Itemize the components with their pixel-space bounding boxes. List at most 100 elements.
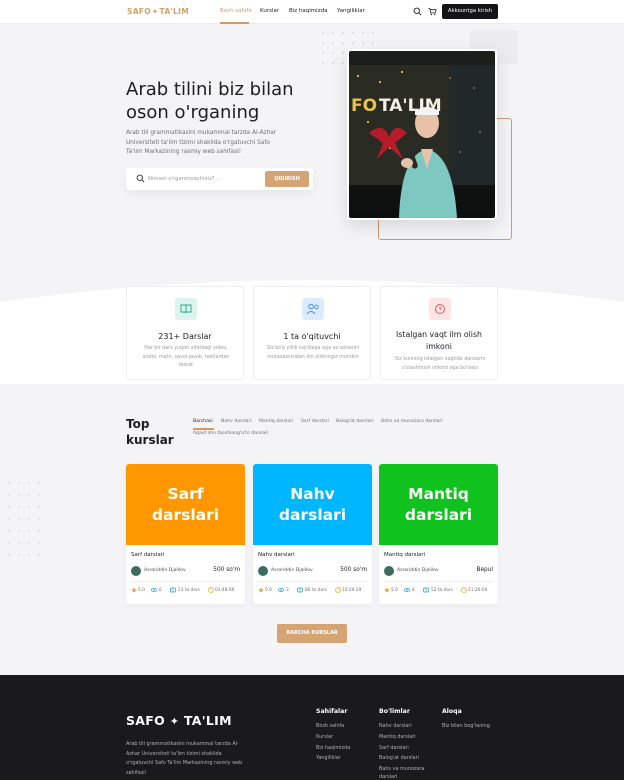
- lessons-icon: [423, 587, 429, 593]
- course-rating: 5.0: [265, 588, 272, 593]
- svg-text:FO: FO: [351, 96, 377, 116]
- course-thumbnail[interactable]: Sarf darslari: [126, 464, 245, 545]
- footer-col-title: Aloqa: [442, 708, 462, 715]
- feature-description: Siz kunning istalgan vaqtida darslarni o…: [394, 357, 486, 371]
- avatar: [131, 566, 141, 576]
- course-card[interactable]: Nahv darslari Nahv darslari Asroriddin Dj…: [253, 464, 372, 604]
- course-price: Bepul: [476, 567, 493, 573]
- course-rating: 5.0: [138, 588, 145, 593]
- footer-link[interactable]: Nahv darslari: [379, 723, 412, 729]
- star-icon: [258, 587, 264, 593]
- avatar: [384, 566, 394, 576]
- course-thumbnail-title: Mantiq darslari: [404, 485, 473, 524]
- course-lessons: 52 ta dars: [431, 588, 453, 593]
- search-icon: [136, 174, 145, 183]
- course-duration: 21:26:04: [468, 588, 488, 593]
- hero-title: Arab tilini biz bilan oson o'rganing: [126, 79, 294, 123]
- eye-icon: [404, 588, 410, 592]
- footer-link[interactable]: Yangiliklar: [316, 755, 341, 761]
- feature-description: Har bir dars yuqori sifatdagi video, aud…: [142, 346, 230, 368]
- course-name[interactable]: Sarf darslari: [131, 552, 164, 558]
- search-icon[interactable]: [413, 7, 422, 16]
- tab-bahs[interactable]: Bahs va munozara darslari: [381, 419, 443, 424]
- nav-news[interactable]: Yangiliklar: [337, 8, 365, 14]
- nav-courses[interactable]: Kurslar: [260, 8, 279, 14]
- decorative-dots: [8, 482, 40, 556]
- footer-logo[interactable]: SAFO ✦ TA'LIM: [126, 713, 232, 728]
- course-duration: 03:48:06: [215, 588, 235, 593]
- feature-card-anytime: Istalgan vaqt ilm olish imkoni Siz kunni…: [380, 286, 498, 380]
- site-header: SAFO✦TA'LIM Bosh sahifa Kurslar Biz haqi…: [0, 0, 624, 24]
- course-views: 4: [412, 588, 415, 593]
- tab-active-indicator: [193, 428, 214, 430]
- divider: [258, 581, 367, 582]
- tab-all[interactable]: Barchasi: [193, 419, 213, 424]
- course-thumbnail-title: Nahv darslari: [278, 485, 347, 524]
- avatar: [258, 566, 268, 576]
- footer-link[interactable]: Balog'at darslari: [379, 755, 419, 761]
- feature-card-teacher: 1 ta o'qituvchi Siz ko'p yillik tajribag…: [253, 286, 371, 380]
- footer-col-title: Sahifalar: [316, 708, 348, 715]
- tab-nahv[interactable]: Nahv darslari: [221, 419, 252, 424]
- tab-aqaid[interactable]: Aqaid ilmi (boshlang'ich) darslari: [193, 431, 268, 436]
- course-lessons: 23 ta dars: [178, 588, 200, 593]
- section-title: Top kurslar: [126, 417, 174, 447]
- search-bar: QIDIRISH: [126, 168, 313, 190]
- clock-icon: [461, 587, 467, 593]
- hero-description: Arab tili grammatikasini mukammal tarzda…: [126, 130, 277, 155]
- feature-title: Istalgan vaqt ilm olish imkoni: [396, 330, 482, 351]
- login-button[interactable]: Akkountga kirish: [442, 4, 498, 19]
- course-price: 500 so'm: [213, 567, 240, 573]
- star-icon: [131, 587, 137, 593]
- teacher-photo: FO TA'LIM: [349, 51, 495, 218]
- nav-home[interactable]: Bosh sahifa: [220, 8, 252, 14]
- course-card[interactable]: Sarf darslari Sarf darslari Asroriddin Dj…: [126, 464, 245, 604]
- course-author: Asroriddin Djalilov: [144, 568, 186, 573]
- book-logo-icon: ✦: [151, 7, 159, 16]
- footer-link[interactable]: Mantiq darslari: [379, 734, 416, 740]
- tab-mantiq[interactable]: Mantiq darslari: [259, 419, 293, 424]
- feature-card-lessons: 231+ Darslar Har bir dars yuqori sifatda…: [126, 286, 244, 380]
- users-icon: [302, 298, 324, 320]
- divider: [131, 581, 240, 582]
- star-icon: [384, 587, 390, 593]
- footer-link[interactable]: Kurslar: [316, 734, 333, 740]
- course-thumbnail[interactable]: Mantiq darslari: [379, 464, 498, 545]
- search-button[interactable]: QIDIRISH: [265, 171, 309, 187]
- divider: [384, 581, 493, 582]
- course-views: 3: [286, 588, 289, 593]
- tab-sarf[interactable]: Sarf darslari: [301, 419, 329, 424]
- footer-link[interactable]: Biz haqimizda: [316, 745, 350, 751]
- nav-about[interactable]: Biz haqimizda: [289, 8, 327, 14]
- course-price: 500 so'm: [340, 567, 367, 573]
- course-name[interactable]: Mantiq darslari: [384, 552, 425, 558]
- course-name[interactable]: Nahv darslari: [258, 552, 295, 558]
- course-author: Asroriddin Djalilov: [271, 568, 313, 573]
- course-author: Asroriddin Djalilov: [397, 568, 439, 573]
- clock-icon: [208, 587, 214, 593]
- lessons-icon: [297, 587, 303, 593]
- course-thumbnail[interactable]: Nahv darslari: [253, 464, 372, 545]
- footer-link[interactable]: Bahs va munozara darslari: [379, 765, 435, 780]
- footer-link[interactable]: Biz bilan bog'laning: [442, 723, 490, 729]
- course-thumbnail-title: Sarf darslari: [151, 485, 220, 524]
- book-logo-icon: ✦: [169, 715, 180, 728]
- course-duration: 10:29:29: [342, 588, 362, 593]
- cart-icon[interactable]: [428, 7, 437, 16]
- search-input[interactable]: [148, 172, 258, 186]
- footer-link[interactable]: Sarf darslari: [379, 745, 409, 751]
- course-rating: 5.0: [391, 588, 398, 593]
- course-views: 6: [159, 588, 162, 593]
- lessons-icon: [170, 587, 176, 593]
- course-card[interactable]: Mantiq darslari Mantiq darslari Asroriddi…: [379, 464, 498, 604]
- footer-link[interactable]: Bosh sahifa: [316, 723, 344, 729]
- all-courses-button[interactable]: BARCHA KURSLAR: [277, 624, 347, 643]
- feature-description: Siz ko'p yillik tajribaga ega oz sohasin…: [266, 346, 360, 360]
- course-lessons: 86 ta dars: [305, 588, 327, 593]
- site-logo[interactable]: SAFO✦TA'LIM: [127, 7, 189, 16]
- eye-icon: [151, 588, 157, 592]
- hero-photo: FO TA'LIM: [347, 49, 497, 220]
- book-icon: [175, 298, 197, 320]
- tab-balogat[interactable]: Balog'at darslari: [336, 419, 374, 424]
- footer-col-title: Bo'limlar: [379, 708, 410, 715]
